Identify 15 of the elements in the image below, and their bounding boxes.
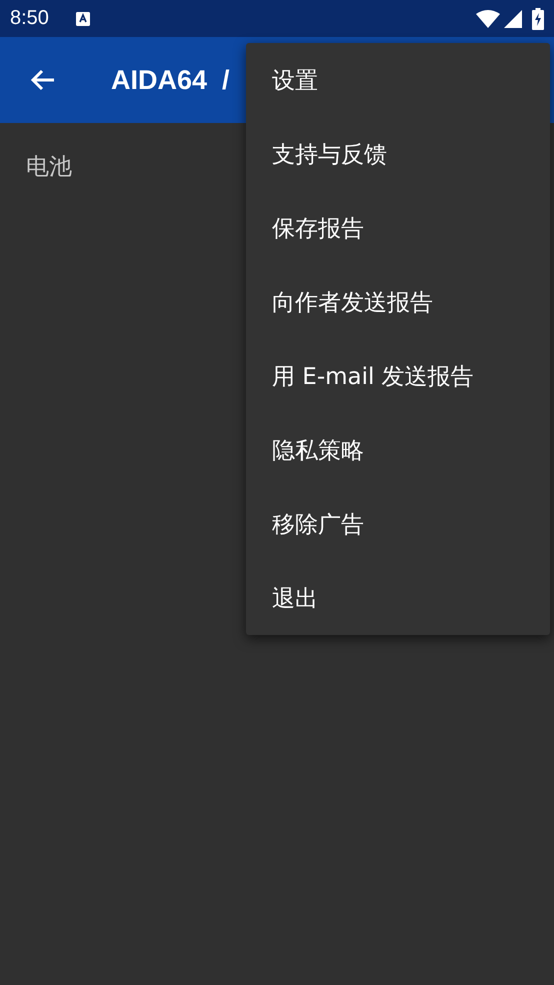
- app-title: AIDA64 /: [111, 64, 230, 96]
- menu-item[interactable]: 退出: [246, 561, 550, 635]
- menu-item[interactable]: 用 E-mail 发送报告: [246, 339, 550, 413]
- status-time: 8:50: [10, 7, 49, 30]
- menu-item[interactable]: 支持与反馈: [246, 117, 550, 191]
- menu-item[interactable]: 移除广告: [246, 487, 550, 561]
- menu-item[interactable]: 隐私策略: [246, 413, 550, 487]
- menu-item[interactable]: 保存报告: [246, 191, 550, 265]
- menu-item[interactable]: 向作者发送报告: [246, 265, 550, 339]
- section-label: 电池: [26, 154, 72, 180]
- wifi-icon: [476, 10, 500, 28]
- keyboard-icon: [74, 10, 91, 26]
- battery-charging-icon: [532, 8, 544, 30]
- signal-icon: [504, 10, 522, 28]
- menu-item[interactable]: 设置: [246, 43, 550, 117]
